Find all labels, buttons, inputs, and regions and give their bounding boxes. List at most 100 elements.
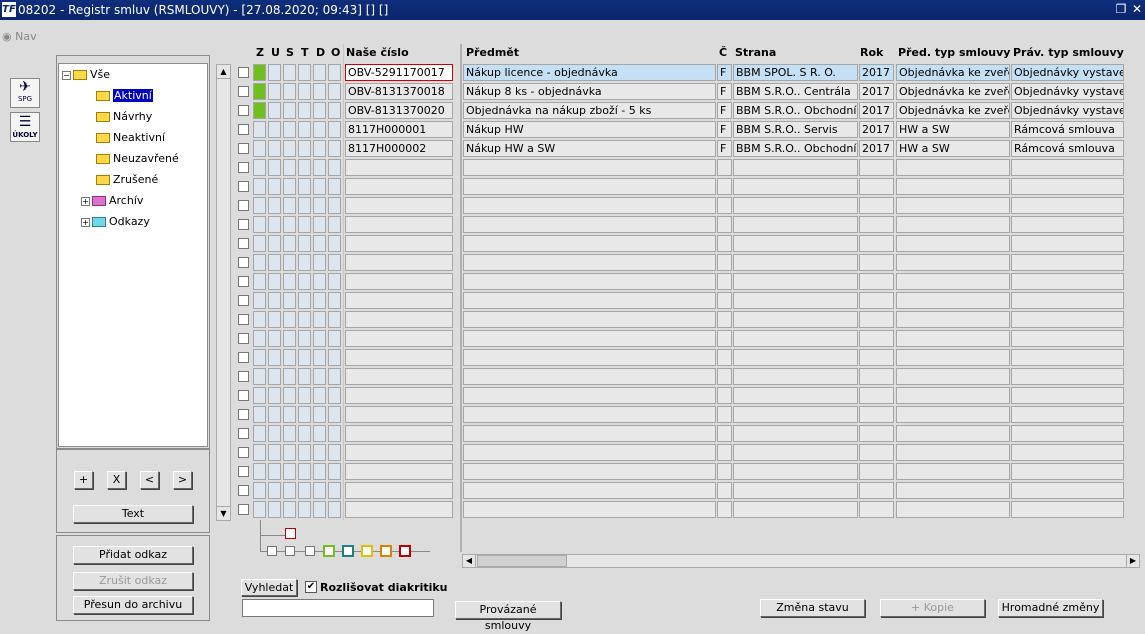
cell-c[interactable]	[717, 425, 732, 442]
state-cell[interactable]	[313, 368, 326, 385]
cell-prav-typ[interactable]	[1011, 273, 1124, 290]
cell-rok[interactable]	[859, 387, 894, 404]
state-cell[interactable]	[268, 254, 281, 271]
state-cell[interactable]	[298, 425, 311, 442]
cell-pred-typ[interactable]	[896, 368, 1010, 385]
cell-rok[interactable]	[859, 235, 894, 252]
state-cell[interactable]	[283, 349, 296, 366]
state-cell[interactable]	[283, 140, 296, 157]
cell-strana[interactable]	[733, 216, 858, 233]
cell-predmet[interactable]	[463, 197, 716, 214]
row-checkbox[interactable]	[238, 162, 249, 173]
cell-prav-typ[interactable]	[1011, 216, 1124, 233]
row-checkbox[interactable]	[238, 257, 249, 268]
cell-rok[interactable]: 2017	[859, 102, 894, 119]
cell-strana[interactable]: BBM S.R.O.. Servis	[733, 121, 858, 138]
cell-c[interactable]	[717, 254, 732, 271]
cell-strana[interactable]	[733, 197, 858, 214]
state-cell[interactable]	[268, 83, 281, 100]
state-cell[interactable]	[328, 159, 341, 176]
state-cell[interactable]	[328, 178, 341, 195]
state-cell[interactable]	[313, 254, 326, 271]
cell-prav-typ[interactable]	[1011, 159, 1124, 176]
cell-pred-typ[interactable]: Objednávka ke zveřejn	[896, 102, 1010, 119]
state-cell[interactable]	[328, 349, 341, 366]
state-cell[interactable]	[253, 121, 266, 138]
cell-c[interactable]	[717, 501, 732, 518]
state-cell[interactable]	[328, 83, 341, 100]
row-checkbox[interactable]	[238, 466, 249, 477]
cell-pred-typ[interactable]	[896, 311, 1010, 328]
cell-pred-typ[interactable]	[896, 387, 1010, 404]
cell-c[interactable]	[717, 273, 732, 290]
state-cell[interactable]	[283, 330, 296, 347]
cell-c[interactable]	[717, 368, 732, 385]
cell-prav-typ[interactable]	[1011, 254, 1124, 271]
cell-nase-cislo[interactable]	[345, 273, 453, 290]
state-cell[interactable]	[253, 330, 266, 347]
cell-c[interactable]	[717, 235, 732, 252]
cell-nase-cislo[interactable]: 8117H000002	[345, 140, 453, 157]
row-checkbox[interactable]	[238, 219, 249, 230]
diacritics-checkbox[interactable]: ✔	[305, 581, 317, 593]
cell-strana[interactable]	[733, 254, 858, 271]
cell-predmet[interactable]	[463, 387, 716, 404]
vertical-scrollbar[interactable]: ▲ ▼	[216, 64, 231, 521]
state-cell[interactable]	[253, 292, 266, 309]
state-cell[interactable]	[328, 197, 341, 214]
state-cell[interactable]	[313, 292, 326, 309]
cell-c[interactable]	[717, 406, 732, 423]
state-cell[interactable]	[253, 254, 266, 271]
cell-nase-cislo[interactable]	[345, 444, 453, 461]
row-checkbox[interactable]	[238, 276, 249, 287]
state-cell[interactable]	[298, 64, 311, 81]
state-cell[interactable]	[298, 235, 311, 252]
cell-predmet[interactable]	[463, 273, 716, 290]
cell-pred-typ[interactable]	[896, 159, 1010, 176]
cell-predmet[interactable]	[463, 311, 716, 328]
state-cell[interactable]	[253, 311, 266, 328]
cell-prav-typ[interactable]	[1011, 311, 1124, 328]
cell-prav-typ[interactable]	[1011, 501, 1124, 518]
state-cell[interactable]	[328, 444, 341, 461]
restore-icon[interactable]: ❐	[1114, 2, 1128, 17]
grid-splitter[interactable]	[460, 44, 462, 552]
cell-predmet[interactable]	[463, 444, 716, 461]
cell-rok[interactable]: 2017	[859, 64, 894, 81]
search-button[interactable]: Vyhledat	[241, 579, 297, 596]
state-cell[interactable]	[283, 368, 296, 385]
cell-prav-typ[interactable]	[1011, 235, 1124, 252]
state-cell[interactable]	[313, 444, 326, 461]
row-checkbox[interactable]	[238, 67, 249, 78]
tree-item-odkazy[interactable]: + Odkazy	[81, 214, 150, 230]
cell-nase-cislo[interactable]: OBV-8131370020	[345, 102, 453, 119]
state-cell[interactable]	[313, 406, 326, 423]
row-checkbox[interactable]	[238, 409, 249, 420]
cell-prav-typ[interactable]	[1011, 292, 1124, 309]
cell-rok[interactable]: 2017	[859, 121, 894, 138]
state-cell[interactable]	[253, 83, 266, 100]
cell-prav-typ[interactable]	[1011, 425, 1124, 442]
state-cell[interactable]	[313, 140, 326, 157]
spg-button[interactable]: ✈ SPG	[10, 78, 40, 108]
state-cell[interactable]	[268, 121, 281, 138]
cell-prav-typ[interactable]	[1011, 444, 1124, 461]
state-cell[interactable]	[253, 64, 266, 81]
cell-nase-cislo[interactable]	[345, 425, 453, 442]
nav-toggle[interactable]: ◉ Nav	[2, 30, 37, 43]
cell-strana[interactable]	[733, 235, 858, 252]
scroll-down-icon[interactable]: ▼	[217, 506, 230, 520]
state-cell[interactable]	[283, 463, 296, 480]
tree-item-archiv[interactable]: + Archív	[81, 193, 143, 209]
state-cell[interactable]	[313, 349, 326, 366]
cell-strana[interactable]	[733, 178, 858, 195]
row-checkbox[interactable]	[238, 447, 249, 458]
state-cell[interactable]	[313, 159, 326, 176]
state-cell[interactable]	[313, 501, 326, 518]
state-cell[interactable]	[283, 311, 296, 328]
cell-prav-typ[interactable]: Rámcová smlouva	[1011, 140, 1124, 157]
cell-rok[interactable]	[859, 349, 894, 366]
cell-strana[interactable]	[733, 387, 858, 404]
expand-icon[interactable]: +	[81, 217, 90, 227]
state-cell[interactable]	[313, 311, 326, 328]
